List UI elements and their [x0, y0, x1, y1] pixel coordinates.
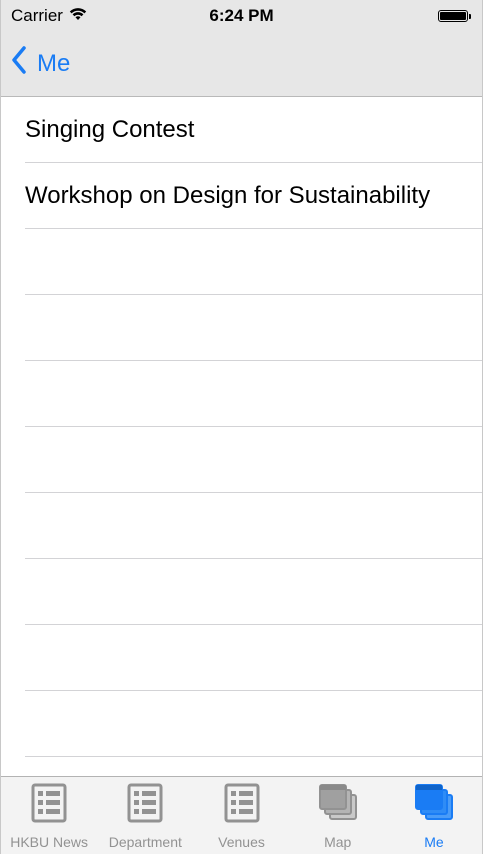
- chevron-left-icon: [11, 46, 37, 81]
- empty-row: [25, 427, 482, 493]
- empty-row: [25, 493, 482, 559]
- back-button-label: Me: [37, 49, 71, 77]
- back-button[interactable]: Me: [11, 46, 70, 81]
- battery-icon: [438, 9, 472, 23]
- stacked-windows-icon: [316, 781, 360, 834]
- empty-row: [25, 691, 482, 757]
- list-item[interactable]: Singing Contest: [25, 97, 482, 163]
- list-item-label: Workshop on Design for Sustainability: [25, 181, 431, 209]
- tab-label: Venues: [218, 834, 265, 850]
- tab-label: Department: [108, 834, 182, 850]
- list-icon: [123, 781, 167, 834]
- tab-me[interactable]: Me: [386, 777, 482, 854]
- list-item-label: Singing Contest: [25, 115, 195, 143]
- status-time: 6:24 PM: [209, 6, 274, 25]
- top-chrome: Carrier 6:24 PM Me: [1, 0, 482, 97]
- empty-row: [25, 625, 482, 691]
- list-icon: [220, 781, 264, 834]
- tab-label: HKBU News: [10, 834, 88, 850]
- tab-label: Me: [424, 834, 444, 850]
- empty-row: [25, 229, 482, 295]
- stacked-windows-icon: [412, 781, 456, 834]
- navigation-bar: Me: [1, 32, 482, 97]
- empty-row: [25, 361, 482, 427]
- list-item[interactable]: Workshop on Design for Sustainability: [25, 163, 482, 229]
- empty-row: [25, 295, 482, 361]
- tab-venues[interactable]: Venues: [193, 777, 289, 854]
- tab-bar: HKBU News Department Venues Map Me: [1, 776, 482, 854]
- tab-map[interactable]: Map: [290, 777, 386, 854]
- tab-label: Map: [324, 834, 352, 850]
- tab-department[interactable]: Department: [97, 777, 193, 854]
- empty-row: [25, 559, 482, 625]
- list-icon: [27, 781, 71, 834]
- events-list: Singing Contest Workshop on Design for S…: [1, 97, 482, 776]
- status-bar: Carrier 6:24 PM: [1, 0, 482, 32]
- tab-hkbu-news[interactable]: HKBU News: [1, 777, 97, 854]
- empty-row: [25, 757, 482, 776]
